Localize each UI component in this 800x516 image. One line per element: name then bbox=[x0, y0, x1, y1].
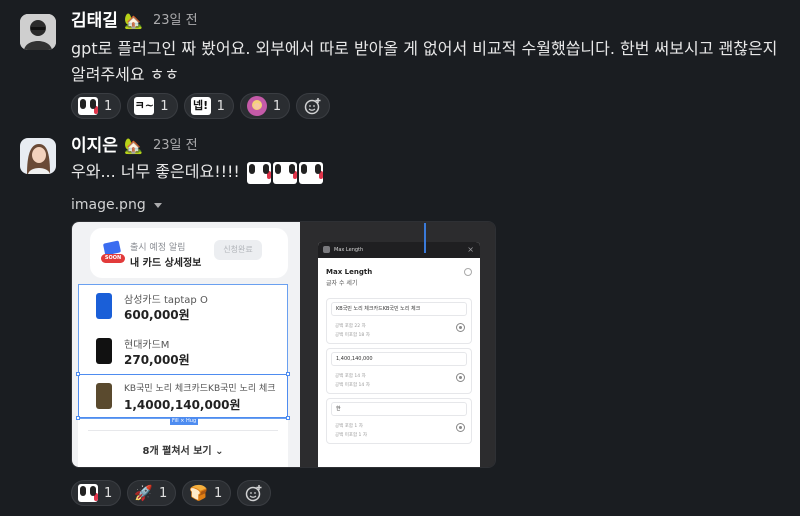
card-amount: 270,000원 bbox=[124, 353, 190, 367]
chevron-down-icon: ⌄ bbox=[215, 446, 224, 457]
info-icon bbox=[464, 268, 472, 276]
face-emoji-icon bbox=[298, 161, 323, 184]
face-emoji-icon bbox=[78, 97, 98, 115]
face-emoji-icon bbox=[78, 484, 98, 502]
field-box: 한 공백 포함 1 자 공백 미포함 1 자 bbox=[326, 398, 472, 444]
text-emoji-icon: ㅋ~ bbox=[134, 97, 155, 115]
reaction-count: 1 bbox=[216, 98, 225, 114]
message-text: 우와... 너무 좋은데요!!!! bbox=[71, 159, 786, 185]
target-icon bbox=[456, 323, 465, 332]
apply-done-button: 신청완료 bbox=[214, 240, 262, 260]
reaction-text-1[interactable]: ㅋ~ 1 bbox=[127, 93, 178, 119]
field-value: KB국민 노리 체크카드KB국민 노리 체크 bbox=[331, 302, 467, 316]
avatar[interactable] bbox=[20, 14, 56, 50]
reaction-count: 1 bbox=[160, 98, 169, 114]
reactions-bar: 1 🚀 1 🍞 1 bbox=[71, 480, 272, 506]
reaction-face[interactable]: 1 bbox=[71, 93, 122, 119]
soon-card: SOON 출시 예정 알림 내 카드 상세정보 신청완료 bbox=[90, 228, 288, 278]
message-text-content: 우와... 너무 좋은데요!!!! bbox=[71, 162, 240, 181]
dialog-subtitle: 글자 수 세기 bbox=[326, 280, 358, 287]
card-name: 삼성카드 taptap O bbox=[124, 295, 208, 306]
close-icon: × bbox=[467, 245, 474, 254]
canvas-guide bbox=[424, 223, 426, 253]
inline-emoji-group bbox=[246, 161, 323, 184]
field-stat: 공백 포함 22 자 bbox=[335, 324, 366, 329]
field-stat: 공백 미포함 18 자 bbox=[335, 333, 370, 338]
avatar[interactable] bbox=[20, 138, 56, 174]
mockup-left-panel: SOON 출시 예정 알림 내 카드 상세정보 신청완료 삼성카드 taptap… bbox=[72, 222, 300, 467]
dialog-header: Max Length × bbox=[318, 242, 480, 258]
reaction-rocket[interactable]: 🚀 1 bbox=[127, 480, 177, 506]
face-emoji-icon bbox=[246, 161, 271, 184]
soon-badge-icon: SOON bbox=[101, 240, 125, 266]
field-value: 한 bbox=[331, 402, 467, 416]
person-emoji-icon bbox=[246, 96, 267, 116]
reaction-count: 1 bbox=[272, 98, 282, 114]
field-stat: 공백 포함 1 자 bbox=[335, 424, 363, 429]
field-stat: 공백 미포함 1 자 bbox=[335, 433, 367, 438]
bread-icon: 🍞 bbox=[189, 484, 208, 502]
house-icon: 🏡 bbox=[124, 12, 143, 30]
expand-more: 8개 펼쳐서 보기 ⌄ bbox=[142, 446, 224, 457]
image-preview[interactable]: SOON 출시 예정 알림 내 카드 상세정보 신청완료 삼성카드 taptap… bbox=[71, 221, 496, 468]
author-name[interactable]: 김태길 bbox=[71, 10, 118, 32]
add-emoji-icon bbox=[304, 98, 321, 115]
reaction-count: 1 bbox=[158, 485, 168, 501]
reaction-text-2[interactable]: 넵! 1 bbox=[183, 93, 234, 119]
max-length-dialog: Max Length × Max Length 글자 수 세기 KB국민 노리 … bbox=[318, 242, 480, 467]
reaction-bread[interactable]: 🍞 1 bbox=[182, 480, 232, 506]
message-text: gpt로 플러그인 짜 봤어요. 외부에서 따로 받아올 게 없어서 비교적 수… bbox=[71, 39, 778, 84]
target-icon bbox=[456, 423, 465, 432]
file-name-text: image.png bbox=[71, 197, 146, 213]
field-box: KB국민 노리 체크카드KB국민 노리 체크 공백 포함 22 자 공백 미포함… bbox=[326, 298, 472, 344]
card-icon bbox=[96, 338, 112, 364]
card-name: 현대카드M bbox=[124, 340, 170, 351]
add-reaction-button[interactable] bbox=[237, 480, 272, 506]
reaction-count: 1 bbox=[213, 485, 223, 501]
mockup-right-panel: Max Length × Max Length 글자 수 세기 KB국민 노리 … bbox=[300, 222, 495, 467]
plugin-icon bbox=[323, 246, 330, 253]
text-emoji-icon: 넵! bbox=[190, 97, 211, 115]
dialog-header-title: Max Length bbox=[334, 247, 364, 253]
reactions-bar: 1 ㅋ~ 1 넵! 1 1 bbox=[71, 93, 331, 119]
card-name: KB국민 노리 체크카드KB국민 노리 체크 bbox=[124, 384, 276, 394]
house-icon: 🏡 bbox=[124, 137, 143, 155]
card-icon bbox=[96, 293, 112, 319]
soon-title: 내 카드 상세정보 bbox=[130, 258, 202, 269]
card-amount: 600,000원 bbox=[124, 308, 190, 322]
add-emoji-icon bbox=[245, 485, 262, 502]
target-icon bbox=[456, 373, 465, 382]
chevron-down-icon[interactable] bbox=[153, 202, 162, 208]
field-box: 1,400,140,000 공백 포함 14 자 공백 미포함 14 자 bbox=[326, 348, 472, 394]
face-emoji-icon bbox=[272, 161, 297, 184]
field-stat: 공백 미포함 14 자 bbox=[335, 383, 370, 388]
field-value: 1,400,140,000 bbox=[331, 352, 467, 366]
rocket-icon: 🚀 bbox=[134, 484, 153, 502]
reaction-face[interactable]: 1 bbox=[71, 480, 122, 506]
reaction-count: 1 bbox=[104, 98, 113, 114]
dialog-title: Max Length bbox=[326, 268, 373, 276]
author-name[interactable]: 이지은 bbox=[71, 135, 118, 157]
field-stat: 공백 포함 14 자 bbox=[335, 374, 366, 379]
file-name[interactable]: image.png bbox=[71, 195, 162, 215]
soon-subtitle: 출시 예정 알림 bbox=[130, 243, 186, 253]
add-reaction-button[interactable] bbox=[296, 93, 331, 119]
divider bbox=[88, 430, 278, 431]
card-list: 삼성카드 taptap O 600,000원 현대카드M 270,000원 KB… bbox=[76, 284, 290, 467]
reaction-count: 1 bbox=[104, 485, 113, 501]
reaction-person[interactable]: 1 bbox=[239, 93, 291, 119]
timestamp[interactable]: 23일 전 bbox=[153, 10, 198, 32]
timestamp[interactable]: 23일 전 bbox=[153, 135, 198, 157]
fill-hug-tag: Fill × Hug bbox=[170, 418, 199, 425]
card-amount: 1,4000,140,000원 bbox=[124, 398, 241, 412]
card-icon bbox=[96, 383, 112, 409]
